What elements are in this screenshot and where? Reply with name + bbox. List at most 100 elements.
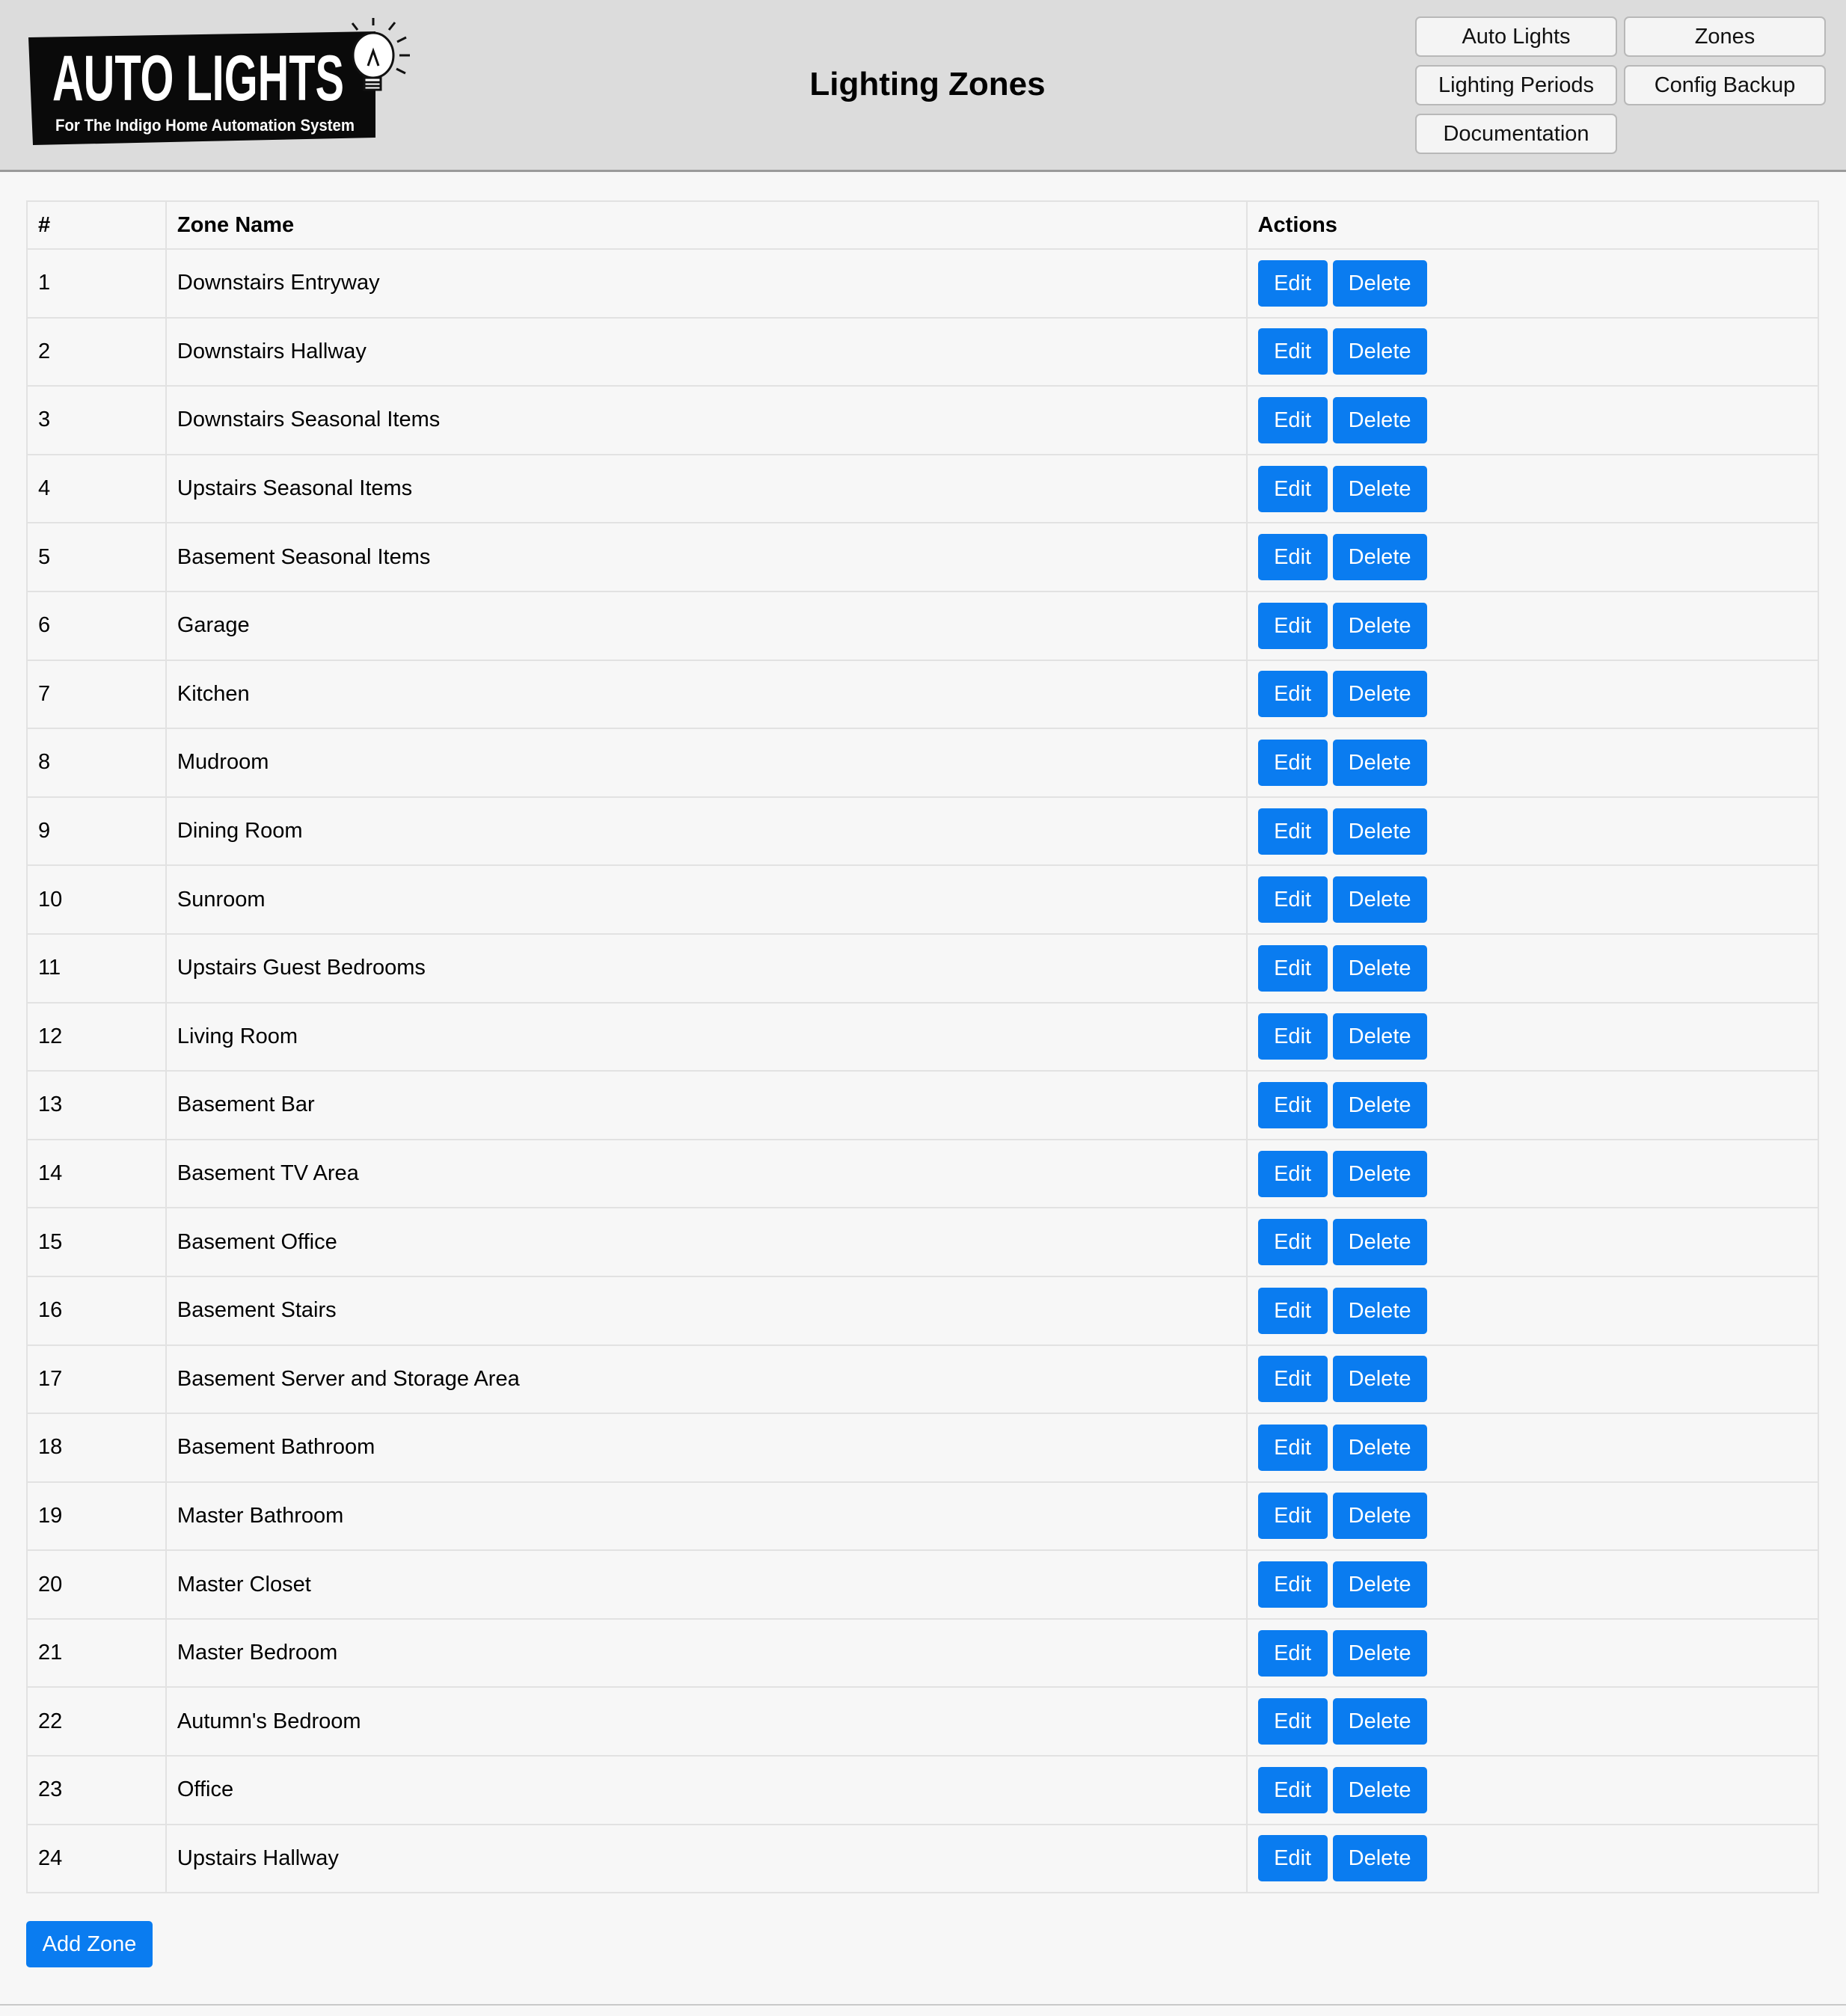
delete-zone-button[interactable]: Delete (1332, 1219, 1427, 1266)
zone-actions-cell: Edit Delete (1245, 864, 1820, 935)
edit-zone-button[interactable]: Edit (1257, 1561, 1328, 1608)
edit-zone-button[interactable]: Edit (1257, 876, 1328, 924)
zone-number-cell: 1 (26, 248, 167, 319)
zone-number-cell: 24 (26, 1823, 167, 1894)
zone-name-cell: Upstairs Seasonal Items (165, 453, 1248, 524)
zone-actions-cell: Edit Delete (1245, 659, 1820, 730)
edit-zone-button[interactable]: Edit (1257, 739, 1328, 786)
zone-name-cell: Upstairs Hallway (165, 1823, 1248, 1894)
edit-zone-button[interactable]: Edit (1257, 1835, 1328, 1882)
zone-number-cell: 10 (26, 864, 167, 935)
delete-zone-button[interactable]: Delete (1332, 259, 1427, 307)
zone-number-cell: 11 (26, 932, 167, 1004)
zone-number-cell: 5 (26, 522, 167, 592)
zone-actions-cell: Edit Delete (1245, 1275, 1820, 1346)
add-zone-button[interactable]: Add Zone (26, 1921, 153, 1967)
edit-zone-button[interactable]: Edit (1257, 602, 1328, 649)
zone-name-cell: Autumn's Bedroom (165, 1686, 1248, 1757)
zone-number-cell: 13 (26, 1070, 167, 1140)
edit-zone-button[interactable]: Edit (1257, 944, 1328, 992)
zone-number-cell: 2 (26, 316, 167, 387)
edit-zone-button[interactable]: Edit (1257, 1766, 1328, 1813)
delete-zone-button[interactable]: Delete (1332, 1013, 1427, 1060)
edit-zone-button[interactable]: Edit (1257, 259, 1328, 307)
delete-zone-button[interactable]: Delete (1332, 1287, 1427, 1334)
delete-zone-button[interactable]: Delete (1332, 602, 1427, 649)
zone-number-cell: 18 (26, 1413, 167, 1483)
edit-zone-button[interactable]: Edit (1257, 808, 1328, 855)
zone-number-cell: 19 (26, 1481, 167, 1552)
zone-name-cell: Dining Room (165, 796, 1248, 867)
column-header-actions: Actions (1245, 200, 1820, 250)
table-row: 11 Upstairs Guest Bedrooms Edit Delete (26, 932, 1820, 1004)
edit-zone-button[interactable]: Edit (1257, 1219, 1328, 1266)
zone-actions-cell: Edit Delete (1245, 1481, 1820, 1552)
edit-zone-button[interactable]: Edit (1257, 1356, 1328, 1403)
nav-lighting-periods-button[interactable]: Lighting Periods (1415, 65, 1617, 105)
table-row: 18 Basement Bathroom Edit Delete (26, 1413, 1820, 1483)
delete-zone-button[interactable]: Delete (1332, 739, 1427, 786)
edit-zone-button[interactable]: Edit (1257, 1150, 1328, 1197)
zone-name-cell: Basement Bathroom (165, 1413, 1248, 1483)
zone-number-cell: 3 (26, 385, 167, 455)
delete-zone-button[interactable]: Delete (1332, 944, 1427, 992)
zone-number-cell: 21 (26, 1617, 167, 1688)
edit-zone-button[interactable]: Edit (1257, 1081, 1328, 1128)
edit-zone-button[interactable]: Edit (1257, 396, 1328, 443)
zone-actions-cell: Edit Delete (1245, 1207, 1820, 1277)
delete-zone-button[interactable]: Delete (1332, 328, 1427, 375)
table-row: 22 Autumn's Bedroom Edit Delete (26, 1686, 1820, 1757)
table-header-row: # Zone Name Actions (26, 200, 1820, 250)
delete-zone-button[interactable]: Delete (1332, 1150, 1427, 1197)
delete-zone-button[interactable]: Delete (1332, 534, 1427, 581)
edit-zone-button[interactable]: Edit (1257, 1424, 1328, 1471)
nav-zones-button[interactable]: Zones (1624, 16, 1826, 57)
delete-zone-button[interactable]: Delete (1332, 1766, 1427, 1813)
logo-tagline: For The Indigo Home Automation System (55, 116, 355, 135)
zone-actions-cell: Edit Delete (1245, 1070, 1820, 1140)
delete-zone-button[interactable]: Delete (1332, 1081, 1427, 1128)
nav-documentation-button[interactable]: Documentation (1415, 114, 1617, 154)
zone-number-cell: 16 (26, 1275, 167, 1346)
table-row: 17 Basement Server and Storage Area Edit De… (26, 1344, 1820, 1415)
delete-zone-button[interactable]: Delete (1332, 1835, 1427, 1882)
table-row: 21 Master Bedroom Edit Delete (26, 1617, 1820, 1688)
edit-zone-button[interactable]: Edit (1257, 1287, 1328, 1334)
delete-zone-button[interactable]: Delete (1332, 396, 1427, 443)
nav-config-backup-button[interactable]: Config Backup (1624, 65, 1826, 105)
delete-zone-button[interactable]: Delete (1332, 1493, 1427, 1540)
edit-zone-button[interactable]: Edit (1257, 534, 1328, 581)
table-row: 1 Downstairs Entryway Edit Delete (26, 248, 1820, 319)
delete-zone-button[interactable]: Delete (1332, 671, 1427, 718)
zone-name-cell: Mudroom (165, 728, 1248, 798)
zone-name-cell: Living Room (165, 1001, 1248, 1072)
delete-zone-button[interactable]: Delete (1332, 1698, 1427, 1745)
zone-number-cell: 6 (26, 590, 167, 661)
zone-actions-cell: Edit Delete (1245, 1413, 1820, 1483)
footer-divider (0, 2004, 1846, 2006)
zone-name-cell: Downstairs Hallway (165, 316, 1248, 387)
delete-zone-button[interactable]: Delete (1332, 1561, 1427, 1608)
zone-actions-cell: Edit Delete (1245, 248, 1820, 319)
edit-zone-button[interactable]: Edit (1257, 1493, 1328, 1540)
delete-zone-button[interactable]: Delete (1332, 1356, 1427, 1403)
edit-zone-button[interactable]: Edit (1257, 328, 1328, 375)
zone-actions-cell: Edit Delete (1245, 796, 1820, 867)
delete-zone-button[interactable]: Delete (1332, 1629, 1427, 1677)
zone-number-cell: 4 (26, 453, 167, 524)
delete-zone-button[interactable]: Delete (1332, 465, 1427, 512)
edit-zone-button[interactable]: Edit (1257, 1013, 1328, 1060)
table-row: 19 Master Bathroom Edit Delete (26, 1481, 1820, 1552)
edit-zone-button[interactable]: Edit (1257, 1629, 1328, 1677)
edit-zone-button[interactable]: Edit (1257, 671, 1328, 718)
edit-zone-button[interactable]: Edit (1257, 465, 1328, 512)
table-row: 6 Garage Edit Delete (26, 590, 1820, 661)
edit-zone-button[interactable]: Edit (1257, 1698, 1328, 1745)
zone-number-cell: 17 (26, 1344, 167, 1415)
zone-number-cell: 12 (26, 1001, 167, 1072)
delete-zone-button[interactable]: Delete (1332, 1424, 1427, 1471)
delete-zone-button[interactable]: Delete (1332, 876, 1427, 924)
delete-zone-button[interactable]: Delete (1332, 808, 1427, 855)
zone-number-cell: 23 (26, 1755, 167, 1825)
nav-auto-lights-button[interactable]: Auto Lights (1415, 16, 1617, 57)
